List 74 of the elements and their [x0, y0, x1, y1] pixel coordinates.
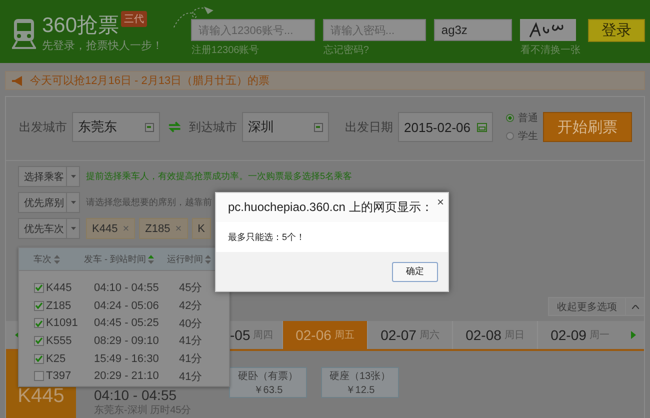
duration-cell-text: 42分: [179, 299, 204, 314]
dropdown-icon: [144, 122, 154, 132]
start-button[interactable]: 开始刷票: [543, 112, 632, 142]
train-chip[interactable]: K: [192, 218, 211, 239]
date-tab[interactable]: 02-06 周五: [282, 321, 367, 349]
option-dropdown[interactable]: 优先车次: [18, 218, 80, 239]
time-cell-text: 15:49 - 16:30: [94, 352, 160, 365]
column-header[interactable]: 运行时间: [164, 252, 214, 266]
field-label: 到达城市: [188, 118, 237, 136]
caret-icon: [70, 227, 76, 230]
train-option[interactable]: K1091: [34, 317, 94, 330]
train-option[interactable]: K555: [34, 334, 94, 347]
time-cell-text: 04:45 - 05:25: [94, 317, 160, 330]
field-label: 出发日期: [345, 118, 394, 136]
dialog-message: 最多只能选：5个！: [228, 230, 306, 244]
duration-cell-text: 41分: [179, 370, 204, 384]
ticket-type-radio[interactable]: 普通: [506, 111, 538, 125]
checkbox[interactable]: [34, 282, 44, 293]
checkbox[interactable]: [34, 318, 44, 328]
right-arrow-icon[interactable]: [630, 331, 636, 339]
option-dropdown[interactable]: 选择乘客: [18, 166, 80, 187]
logo-text: 360抢票: [42, 14, 120, 38]
register-link[interactable]: 注册12306账号: [191, 43, 316, 57]
date-field[interactable]: 2015-02-06: [398, 112, 494, 142]
caret-up-icon: [632, 304, 638, 308]
captcha-field[interactable]: ag3z: [434, 19, 512, 41]
checkmark-icon: [35, 302, 43, 310]
collapse-options-tab[interactable]: 收起更多选项: [548, 297, 644, 316]
version-badge: 三代: [121, 11, 148, 27]
train-option[interactable]: Z185: [34, 300, 94, 312]
time-cell-text: 04:24 - 05:06: [94, 300, 160, 312]
duration-cell-text: 40分: [179, 316, 204, 331]
seat-option-button[interactable]: 硬座（13张） ￥12.5: [321, 367, 399, 398]
close-button[interactable]: ×: [436, 195, 444, 209]
megaphone-icon: [12, 76, 24, 86]
time-cell-text: 04:10 - 04:55: [94, 282, 160, 294]
duration-cell-text: 45分: [179, 281, 204, 296]
checkbox[interactable]: [34, 300, 44, 311]
slogan: 先登录，抢票快人一步！: [42, 39, 163, 53]
train-chip[interactable]: Z185 ×: [139, 218, 188, 239]
checkmark-icon: [35, 355, 43, 362]
seat-option-button[interactable]: 硬卧（有票） ￥63.5: [229, 367, 307, 398]
option-hint: 提前选择乘车人，有效提高抢票成功率。一次购票最多选择5名乘客: [86, 170, 352, 183]
login-button[interactable]: 登录: [588, 19, 645, 42]
duration-cell-text: 41分: [179, 352, 204, 366]
to-city-field[interactable]: 深圳: [242, 112, 330, 142]
forgot-password-link[interactable]: 忘记密码?: [323, 43, 426, 57]
train-time: 04:10 - 04:55: [94, 387, 178, 403]
calendar-icon: [477, 122, 488, 132]
ok-button[interactable]: 确定: [392, 262, 438, 282]
refresh-captcha-link[interactable]: 看不清换一张: [520, 43, 580, 57]
checkmark-icon: [35, 337, 43, 344]
checkmark-icon: [35, 284, 43, 292]
train-icon: [12, 18, 36, 48]
caret-icon: [70, 201, 76, 204]
from-city-field[interactable]: 东莞东: [72, 112, 160, 142]
ticket-type-radio[interactable]: 学生: [506, 129, 538, 143]
time-cell-text: 20:29 - 21:10: [94, 370, 160, 382]
caret-icon: [70, 175, 76, 178]
field-label: 出发城市: [19, 118, 67, 136]
notice-text: 今天可以抢12月16日 - 2月13日（腊月廿五）的票: [30, 74, 270, 88]
column-header[interactable]: 发车 - 到站时间: [74, 252, 164, 266]
train-option[interactable]: K445: [34, 282, 94, 294]
checkmark-icon: [35, 320, 43, 327]
option-dropdown[interactable]: 优先席别: [18, 192, 80, 213]
checkbox[interactable]: [34, 354, 44, 364]
checkbox[interactable]: [34, 371, 44, 382]
swap-icon[interactable]: [168, 121, 181, 133]
train-chip[interactable]: K445 ×: [86, 218, 136, 239]
checkbox[interactable]: [34, 336, 44, 346]
dropdown-icon: [314, 122, 324, 132]
time-cell-text: 08:29 - 09:10: [94, 334, 160, 347]
column-header[interactable]: 车次: [19, 252, 74, 266]
dialog-title: pc.huochepiao.360.cn 上的网页显示：: [228, 199, 433, 216]
